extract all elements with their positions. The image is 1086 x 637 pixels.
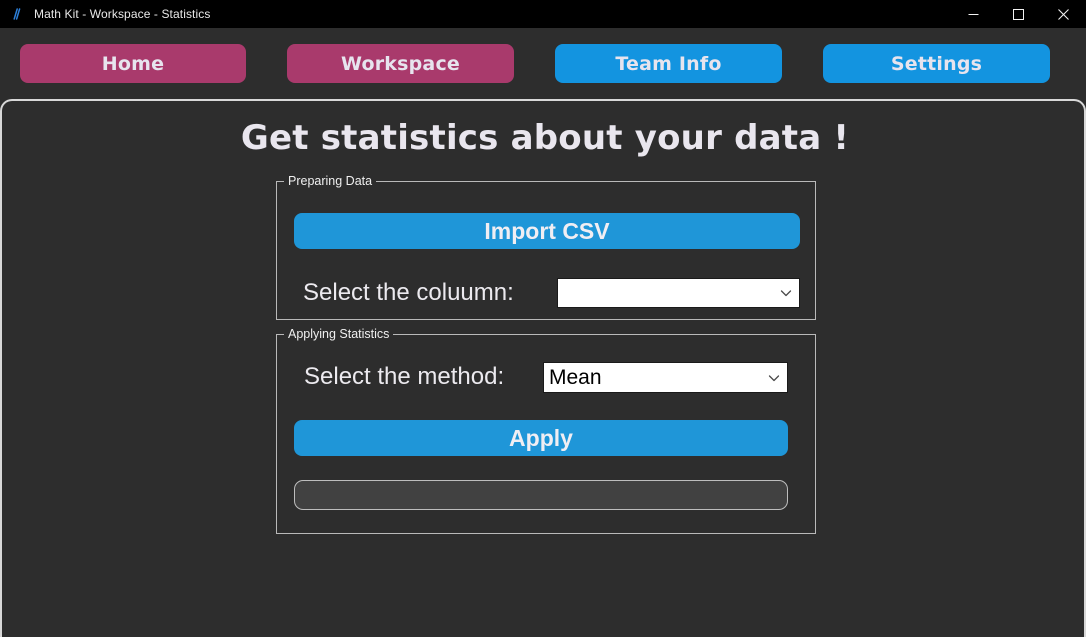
close-icon[interactable] bbox=[1041, 0, 1086, 28]
nav-button-workspace[interactable]: Workspace bbox=[287, 44, 514, 83]
nav-button-team-info[interactable]: Team Info bbox=[555, 44, 782, 83]
minimize-icon[interactable] bbox=[951, 0, 996, 28]
nav-button-home[interactable]: Home bbox=[20, 44, 246, 83]
nav-button-settings[interactable]: Settings bbox=[823, 44, 1050, 83]
application-window: Math Kit - Workspace - Statistics Home W… bbox=[0, 0, 1086, 637]
preparing-data-legend: Preparing Data bbox=[284, 174, 377, 189]
column-select[interactable] bbox=[557, 278, 800, 308]
select-method-label: Select the method: bbox=[304, 363, 505, 390]
content-panel: Get statistics about your data ! Prepari… bbox=[0, 99, 1086, 637]
apply-button[interactable]: Apply bbox=[294, 420, 788, 456]
applying-statistics-group: Applying Statistics Select the method: M… bbox=[276, 327, 816, 534]
title-bar: Math Kit - Workspace - Statistics bbox=[0, 0, 1086, 28]
math-kit-icon bbox=[9, 6, 25, 22]
chevron-down-icon bbox=[761, 374, 787, 382]
select-column-label: Select the coluumn: bbox=[303, 279, 514, 306]
window-controls bbox=[951, 0, 1086, 28]
window-title: Math Kit - Workspace - Statistics bbox=[34, 7, 211, 21]
page-title: Get statistics about your data ! bbox=[240, 118, 850, 158]
import-csv-button[interactable]: Import CSV bbox=[294, 213, 800, 249]
method-select[interactable]: Mean bbox=[543, 362, 788, 393]
applying-statistics-legend: Applying Statistics bbox=[284, 327, 394, 342]
result-output-field[interactable] bbox=[294, 480, 788, 510]
method-select-value: Mean bbox=[549, 365, 602, 389]
main-navigation: Home Workspace Team Info Settings bbox=[0, 28, 1086, 99]
maximize-icon[interactable] bbox=[996, 0, 1041, 28]
preparing-data-group: Preparing Data Import CSV Select the col… bbox=[276, 174, 816, 320]
chevron-down-icon bbox=[773, 289, 799, 297]
